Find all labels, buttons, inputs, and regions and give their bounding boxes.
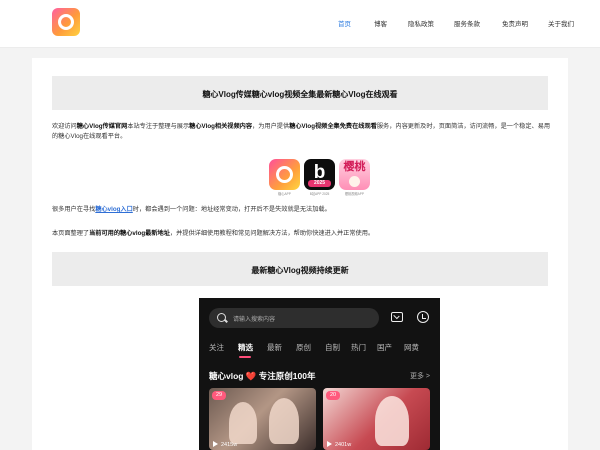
entry-link[interactable]: 糖心vlog入口 bbox=[95, 206, 132, 213]
intro-bold-site: 糖心Vlog传媒官网 bbox=[76, 123, 128, 130]
address-text: 本页面整理了 bbox=[52, 230, 90, 237]
nav-item-about[interactable]: 关于我们 bbox=[548, 18, 574, 28]
nav-item-blog[interactable]: 博客 bbox=[374, 18, 387, 28]
intro-text: 本站专注于整理与展示 bbox=[127, 123, 190, 130]
video-badge: 29 bbox=[212, 391, 227, 400]
intro-bold-content: 糖心Vlog相关视频内容 bbox=[189, 123, 253, 130]
app-label: B站APP 2025 bbox=[309, 192, 330, 196]
app-label: 糖心APP bbox=[278, 192, 291, 196]
tab-influencer[interactable]: 网黄 bbox=[404, 342, 419, 353]
section-title: 糖心vlog ❤️ 专注原创100年 bbox=[209, 371, 316, 381]
subtitle-banner: 最新糖心Vlog视频持续更新 bbox=[52, 252, 548, 286]
entry-text: 时，都会遇到一个问题：地址经常变动，打开后不是失效就是无法加载。 bbox=[132, 206, 331, 213]
video-card[interactable]: 29 2415w bbox=[209, 388, 316, 450]
history-icon[interactable] bbox=[417, 311, 429, 323]
search-icon bbox=[217, 313, 226, 322]
tab-original[interactable]: 原创 bbox=[296, 342, 311, 353]
site-logo-icon[interactable] bbox=[52, 8, 80, 36]
tab-follow[interactable]: 关注 bbox=[209, 342, 224, 353]
section-subtitle: 最新糖心Vlog视频持续更新 bbox=[251, 266, 349, 275]
app-screenshot: 请输入搜索内容 关注 精选 最新 原创 自制 热门 国产 网黄 糖心vlog ❤… bbox=[199, 298, 440, 450]
address-text: ，并提供详细使用教程和常见问题解决方法，帮助你快速进入并正常使用。 bbox=[169, 230, 375, 237]
b-app-icon[interactable]: b 2025 bbox=[304, 159, 335, 190]
intro-text: 欢迎访问 bbox=[52, 123, 77, 130]
category-tabs: 关注 精选 最新 原创 自制 热门 国产 网黄 bbox=[199, 342, 440, 356]
app-label: 樱桃视频APP bbox=[344, 192, 365, 196]
nav-item-terms[interactable]: 服务条款 bbox=[454, 18, 480, 28]
entry-text: 很多用户在寻找 bbox=[52, 206, 96, 213]
title-banner: 糖心Vlog传媒糖心vlog视频全集最新糖心Vlog在线观看 bbox=[52, 76, 548, 110]
search-placeholder: 请输入搜索内容 bbox=[233, 317, 276, 323]
address-paragraph: 本页面整理了当前可用的糖心vlog最新地址，并提供详细使用教程和常见问题解决方法… bbox=[52, 229, 552, 239]
video-views: 2401w bbox=[335, 442, 352, 448]
intro-bold-service: 糖心Vlog视频全集免费在线观看 bbox=[289, 123, 377, 130]
video-views: 2415w bbox=[221, 442, 238, 448]
nav-item-disclaimer[interactable]: 免责声明 bbox=[502, 18, 528, 28]
b-app-year: 2025 bbox=[308, 180, 331, 187]
more-link[interactable]: 更多 > bbox=[410, 371, 430, 381]
tab-hot[interactable]: 热门 bbox=[351, 342, 366, 353]
tangxin-app-icon[interactable] bbox=[269, 159, 300, 190]
cherry-app-text: 樱桃 bbox=[343, 161, 366, 173]
tab-domestic[interactable]: 国产 bbox=[377, 342, 392, 353]
nav-item-privacy[interactable]: 隐私政策 bbox=[408, 18, 434, 28]
nav-item-home[interactable]: 首页 bbox=[338, 18, 351, 28]
search-input[interactable]: 请输入搜索内容 bbox=[209, 308, 379, 328]
message-icon[interactable] bbox=[391, 312, 403, 322]
app-icons-row: b 2025 樱桃 糖心APP B站APP 2025 樱桃视频APP bbox=[269, 159, 370, 196]
site-header: 首页 博客 隐私政策 服务条款 免责声明 关于我们 bbox=[0, 0, 600, 48]
intro-paragraph: 欢迎访问糖心Vlog传媒官网本站专注于整理与展示糖心Vlog相关视频内容，为用户… bbox=[52, 122, 552, 142]
video-badge: 20 bbox=[326, 391, 341, 400]
tab-featured[interactable]: 精选 bbox=[238, 342, 253, 353]
main-content: 糖心Vlog传媒糖心vlog视频全集最新糖心Vlog在线观看 欢迎访问糖心Vlo… bbox=[32, 58, 568, 450]
play-icon bbox=[213, 441, 218, 447]
tab-selfmade[interactable]: 自制 bbox=[325, 342, 340, 353]
active-tab-indicator bbox=[239, 356, 251, 358]
cherry-app-icon[interactable]: 樱桃 bbox=[339, 159, 370, 190]
intro-text: ，为用户提供 bbox=[252, 123, 290, 130]
play-icon bbox=[327, 441, 332, 447]
tab-latest[interactable]: 最新 bbox=[267, 342, 282, 353]
address-bold: 当前可用的糖心vlog最新地址 bbox=[89, 230, 170, 237]
entry-paragraph: 很多用户在寻找糖心vlog入口时，都会遇到一个问题：地址经常变动，打开后不是失效… bbox=[52, 205, 552, 215]
page-title: 糖心Vlog传媒糖心vlog视频全集最新糖心Vlog在线观看 bbox=[202, 90, 398, 99]
video-card[interactable]: 20 2401w bbox=[323, 388, 430, 450]
